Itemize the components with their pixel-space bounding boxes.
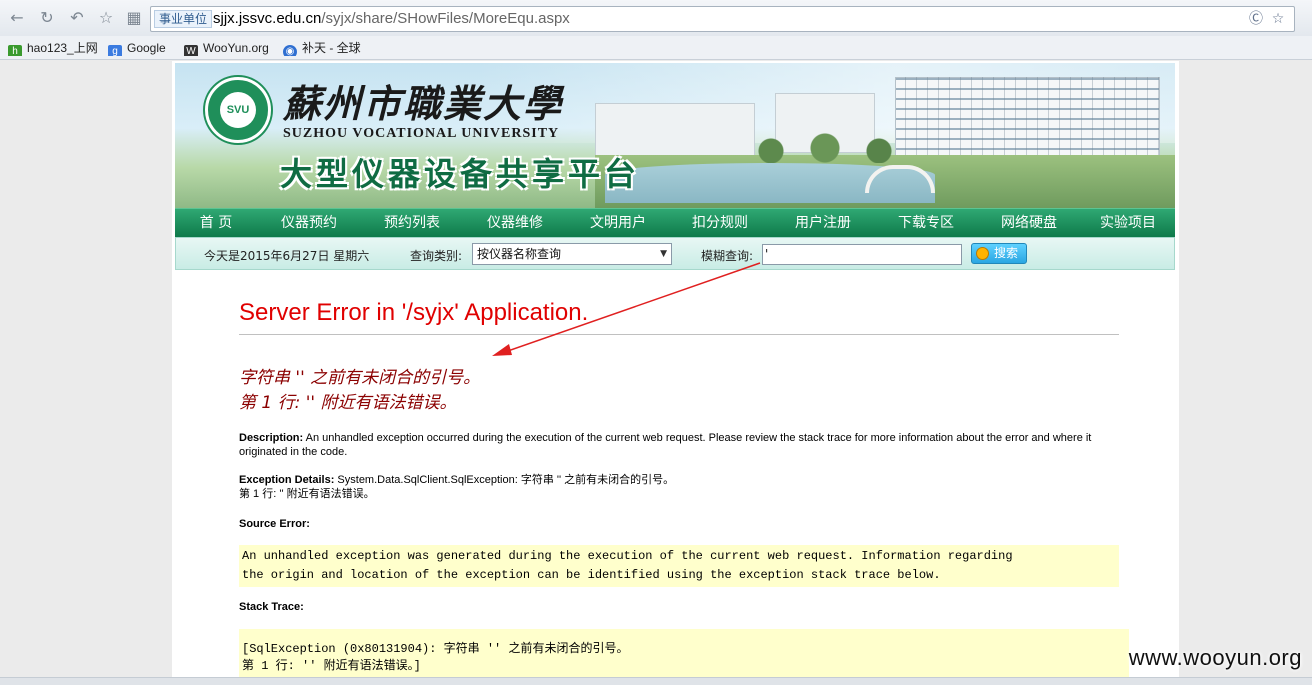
chevron-down-icon: ▼ — [660, 249, 667, 259]
exception-line2: 第 1 行: '' 附近有语法错误。 — [239, 488, 375, 500]
error-title: Server Error in '/syjx' Application. — [239, 299, 589, 326]
category-label: 查询类别: — [410, 249, 463, 263]
google-icon: g — [108, 45, 122, 56]
source-line1: An unhandled exception was generated dur… — [242, 549, 1013, 563]
source-error-label: Source Error: — [239, 518, 310, 530]
stack-trace-label: Stack Trace: — [239, 601, 304, 613]
source-error-box: An unhandled exception was generated dur… — [239, 545, 1119, 587]
exception-text: System.Data.SqlClient.SqlException: 字符串 … — [337, 474, 675, 486]
nav-home[interactable]: 首 页 — [175, 209, 257, 238]
description-text: An unhandled exception occurred during t… — [239, 432, 1092, 458]
wooyun-icon: W — [184, 45, 198, 56]
source-line2: the origin and location of the exception… — [242, 568, 941, 582]
undo-icon[interactable]: ↶ — [66, 7, 88, 29]
nav-network-disk[interactable]: 网络硬盘 — [977, 209, 1081, 238]
browser-toolbar: ← ↻ ↶ ☆ ▦ 事业单位 sjjx.jssvc.edu.cn/syjx/sh… — [0, 0, 1312, 36]
url-text[interactable]: sjjx.jssvc.edu.cn/syjx/share/SHowFiles/M… — [213, 9, 570, 29]
nav-instrument-repair[interactable]: 仪器维修 — [463, 209, 567, 238]
search-button[interactable]: 搜索 — [971, 243, 1027, 264]
page-body: SVU 蘇州市職業大學 SUZHOU VOCATIONAL UNIVERSITY… — [172, 61, 1179, 685]
address-bar[interactable]: 事业单位 sjjx.jssvc.edu.cn/syjx/share/SHowFi… — [150, 6, 1295, 32]
stack-line1: [SqlException (0x80131904): 字符串 '' 之前有未闭… — [242, 642, 629, 656]
platform-title: 大型仪器设备共享平台 — [280, 155, 641, 193]
stack-line2: 第 1 行: '' 附近有语法错误。] — [242, 659, 421, 673]
nav-instrument-booking[interactable]: 仪器预约 — [257, 209, 361, 238]
nav-lab-projects[interactable]: 实验项目 — [1081, 209, 1175, 238]
nav-deduction-rules[interactable]: 扣分规则 — [669, 209, 771, 238]
keyword-label: 模糊查询: — [701, 249, 754, 263]
hao123-icon: h — [8, 45, 22, 56]
description-label: Description: — [239, 432, 304, 444]
nav-booking-list[interactable]: 预约列表 — [361, 209, 463, 238]
bookmark-google[interactable]: g Google — [108, 40, 178, 56]
category-select[interactable]: 按仪器名称查询 ▼ — [472, 243, 672, 265]
status-bar — [0, 677, 1312, 685]
school-name-cn: 蘇州市職業大學 — [283, 81, 564, 126]
bookmark-hao123[interactable]: h hao123_上网 — [8, 40, 100, 56]
bookmarks-bar: h hao123_上网 g Google W WooYun.org ◉ 补天 - 全球 — [0, 36, 1312, 60]
apps-grid-icon[interactable]: ▦ — [123, 7, 145, 29]
exception-block: Exception Details: System.Data.SqlClient… — [239, 473, 1119, 501]
nav-downloads[interactable]: 下载专区 — [875, 209, 977, 238]
error-message-line2: 第 1 行: '' 附近有语法错误。 — [239, 393, 457, 413]
main-nav: 首 页 仪器预约 预约列表 仪器维修 文明用户 扣分规则 用户注册 下载专区 网… — [175, 208, 1175, 237]
bookmark-star-icon[interactable]: ☆ — [1268, 9, 1288, 29]
logo-text: SVU — [220, 92, 256, 128]
cert-badge[interactable]: 事业单位 — [154, 10, 213, 28]
ie-compat-icon[interactable]: Ⓒ — [1246, 9, 1266, 29]
page-viewport[interactable]: SVU 蘇州市職業大學 SUZHOU VOCATIONAL UNIVERSITY… — [0, 61, 1312, 685]
description-block: Description: An unhandled exception occu… — [239, 431, 1119, 459]
bookmark-butian[interactable]: ◉ 补天 - 全球 — [283, 40, 373, 56]
school-name-en: SUZHOU VOCATIONAL UNIVERSITY — [283, 126, 560, 141]
refresh-icon[interactable]: ↻ — [36, 7, 58, 29]
nav-user-register[interactable]: 用户注册 — [771, 209, 875, 238]
school-logo: SVU — [205, 77, 271, 143]
current-date: 今天是2015年6月27日 星期六 — [204, 249, 370, 263]
butian-icon: ◉ — [283, 45, 297, 56]
favorite-star-icon[interactable]: ☆ — [95, 7, 117, 29]
back-icon[interactable]: ← — [6, 7, 28, 29]
wooyun-watermark: www.wooyun.org — [1128, 645, 1302, 670]
exception-label: Exception Details: — [239, 474, 335, 486]
search-bar: 今天是2015年6月27日 星期六 查询类别: 按仪器名称查询 ▼ 模糊查询: … — [175, 237, 1175, 270]
keyword-input[interactable]: ' — [762, 244, 962, 265]
search-icon — [976, 247, 989, 260]
error-message-line1: 字符串 '' 之前有未闭合的引号。 — [239, 368, 481, 388]
divider — [239, 334, 1119, 335]
site-banner: SVU 蘇州市職業大學 SUZHOU VOCATIONAL UNIVERSITY… — [175, 63, 1175, 208]
nav-civil-users[interactable]: 文明用户 — [567, 209, 669, 238]
bookmark-wooyun[interactable]: W WooYun.org — [184, 40, 274, 56]
